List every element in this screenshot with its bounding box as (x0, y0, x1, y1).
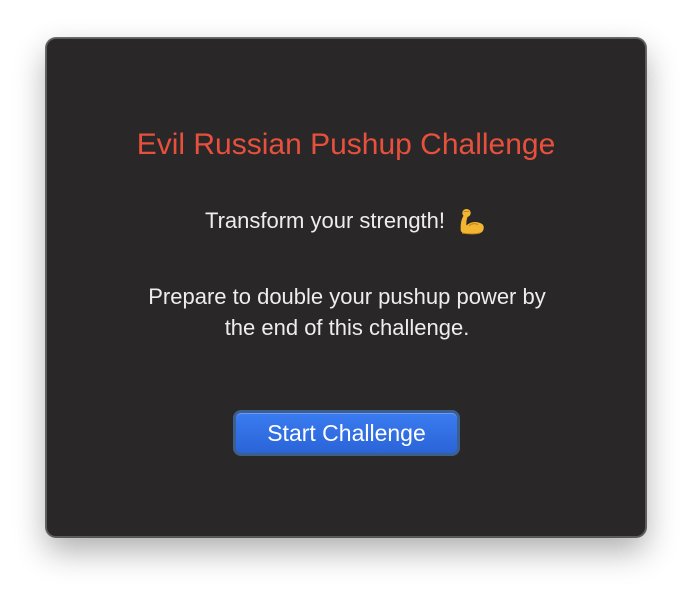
description-text: Prepare to double your pushup power by t… (148, 284, 546, 340)
page-title: Evil Russian Pushup Challenge (136, 128, 556, 161)
subtitle-text: Transform your strength! (204, 208, 446, 233)
flexed-biceps-icon (455, 205, 487, 237)
start-challenge-button[interactable]: Start Challenge (233, 410, 460, 456)
subtitle-row: Transform your strength! (47, 205, 645, 237)
challenge-window: Evil Russian Pushup Challenge Transform … (46, 38, 646, 537)
